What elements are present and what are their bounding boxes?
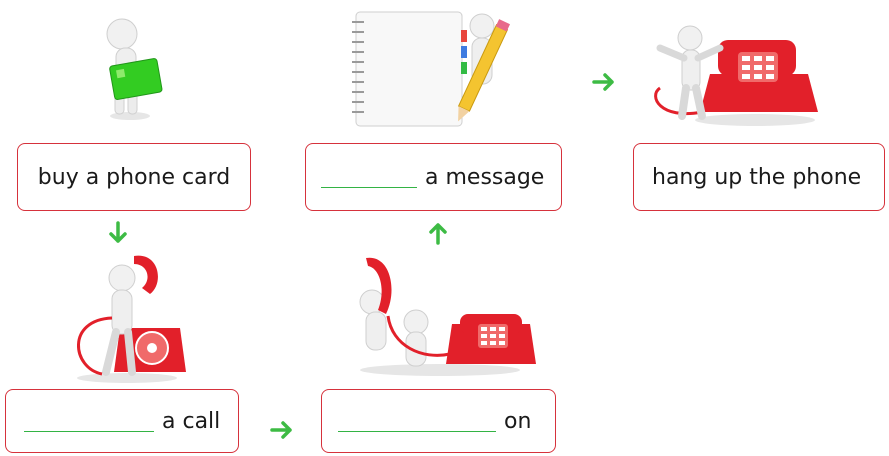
step-message: a message (305, 143, 562, 211)
person-holding-on-phone-icon (359, 257, 536, 376)
step-label: buy a phone card (37, 164, 231, 190)
answer-blank[interactable] (321, 167, 417, 188)
arrow-down-icon (109, 221, 127, 243)
arrow-right-icon (270, 421, 292, 439)
step-hold-on: on (321, 389, 556, 453)
step-make-call: a call (5, 389, 239, 453)
arrow-right-icon (592, 73, 614, 91)
person-with-phone-card-icon (106, 18, 163, 120)
answer-blank[interactable] (338, 411, 496, 432)
step-buy-phone-card: buy a phone card (17, 143, 251, 211)
arrow-up-icon (429, 223, 447, 245)
person-hanging-up-phone-icon (654, 25, 818, 126)
step-hang-up: hang up the phone (633, 143, 885, 211)
notebook-and-pencil-icon (352, 11, 510, 127)
answer-blank[interactable] (24, 411, 154, 432)
step-label: on (504, 408, 532, 434)
step-label: a message (425, 164, 545, 190)
step-label: a call (162, 408, 221, 434)
step-label: hang up the phone (652, 164, 862, 190)
person-dialing-phone-icon (77, 255, 186, 383)
